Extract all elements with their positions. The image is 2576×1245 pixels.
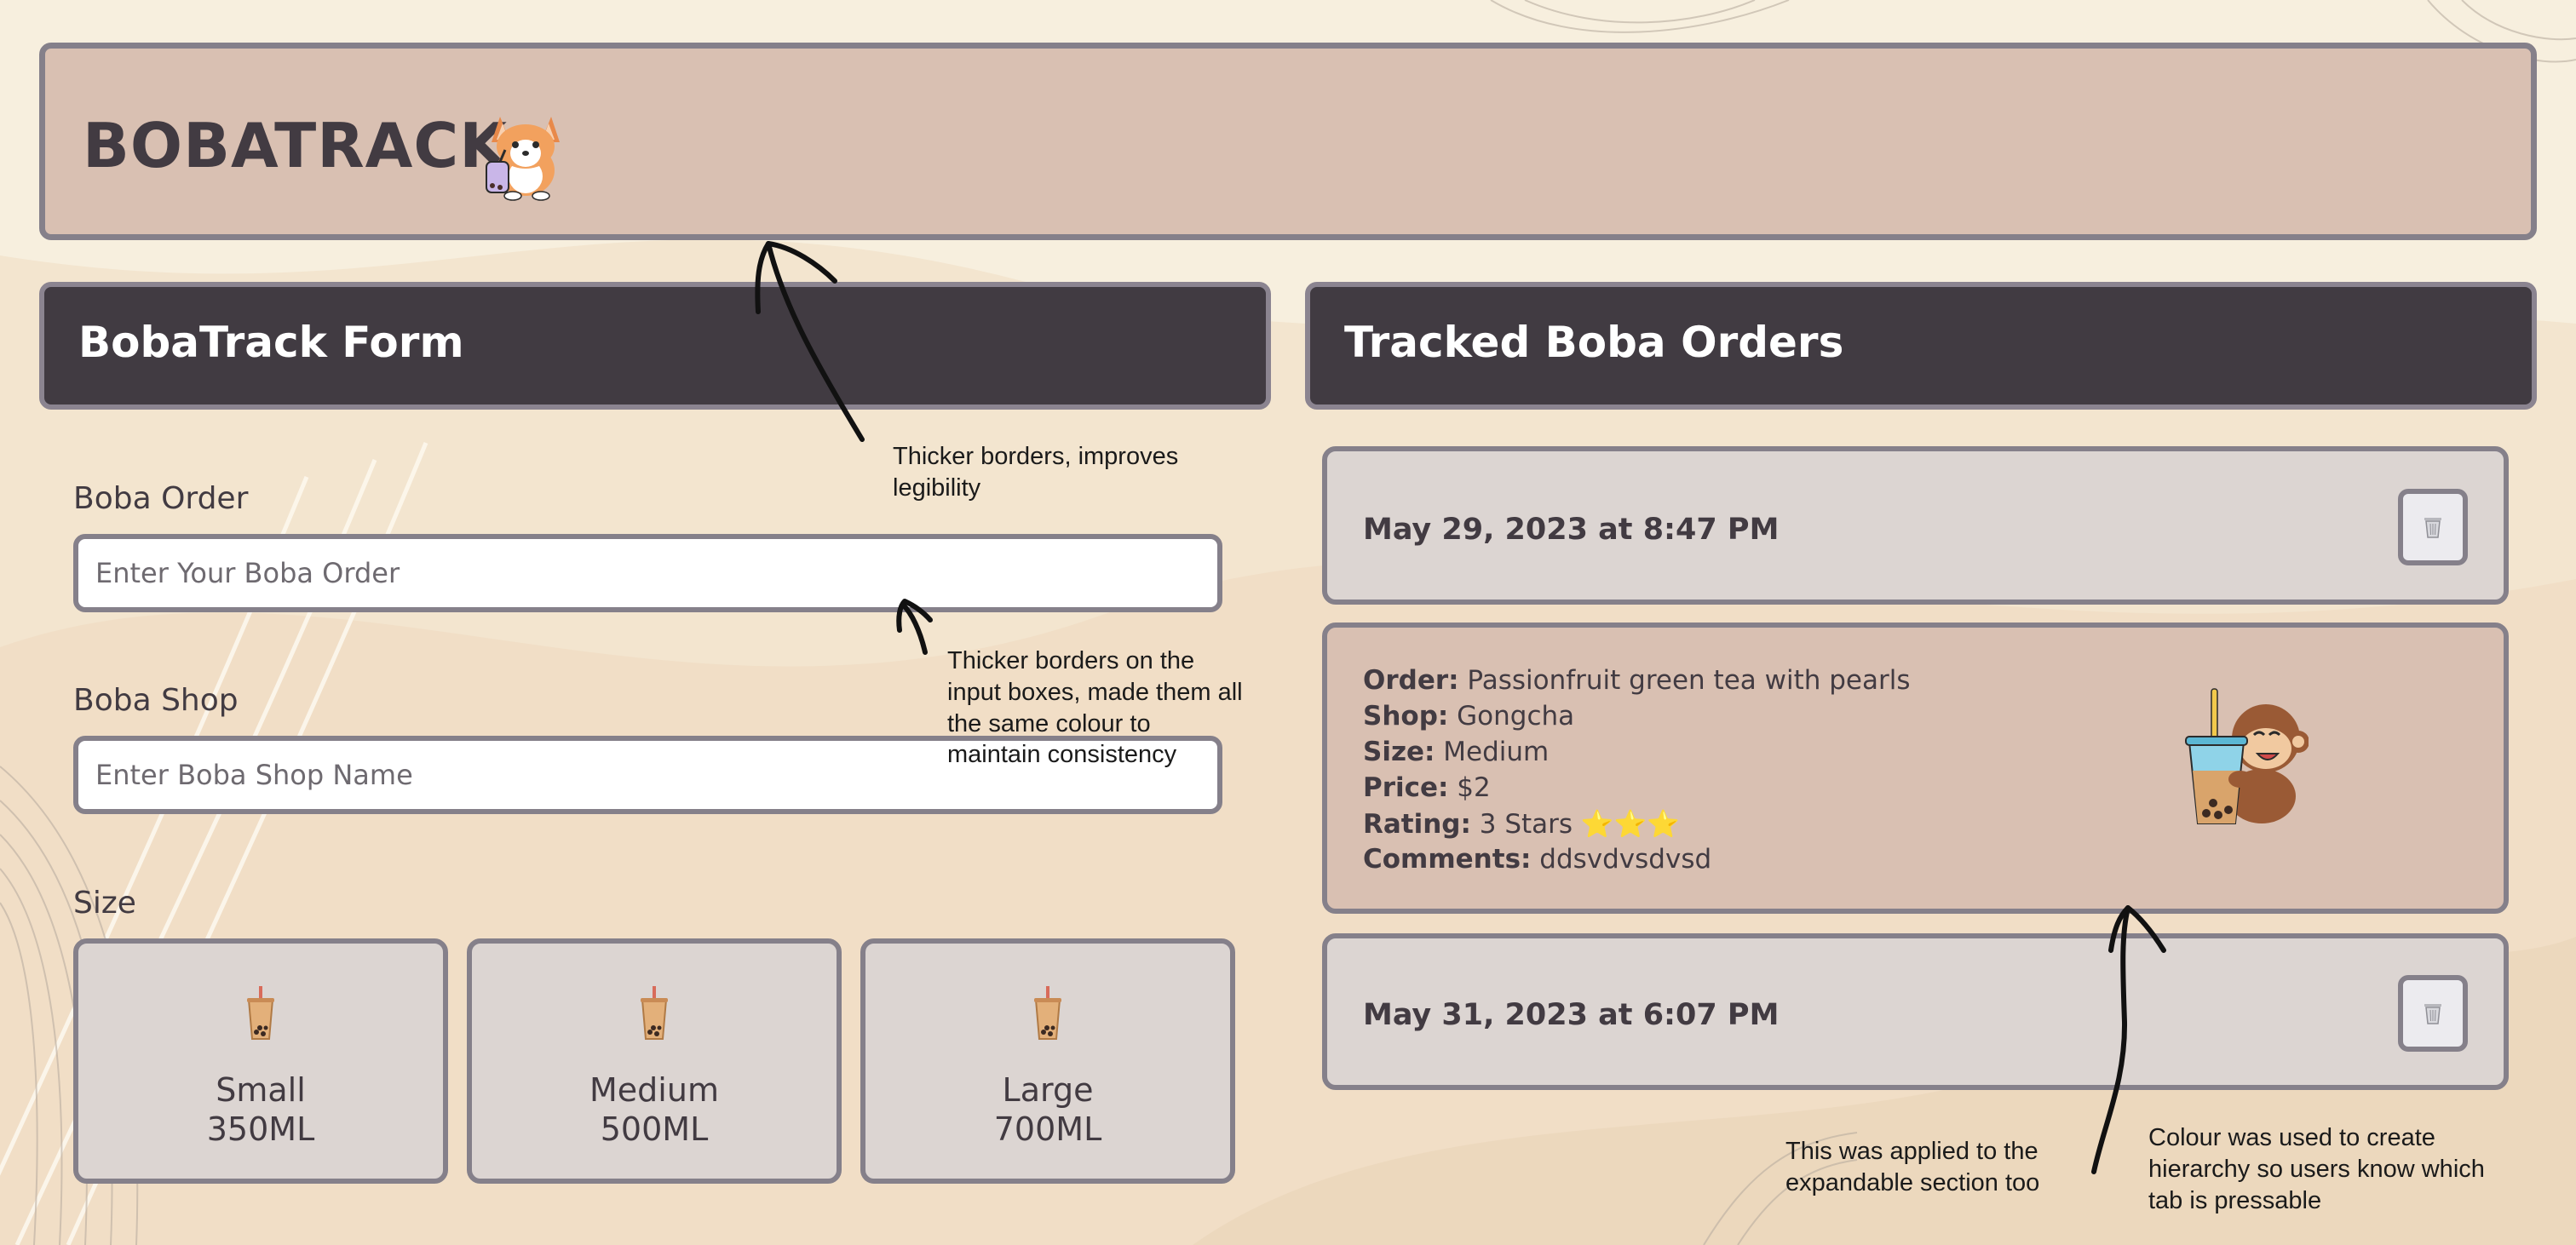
annotation-colour-hierarchy: Colour was used to create hierarchy so u… bbox=[2148, 1124, 2485, 1214]
order-entry-header[interactable]: May 31, 2023 at 6:07 PM bbox=[1322, 933, 2509, 1090]
orders-panel-header: Tracked Boba Orders bbox=[1305, 282, 2537, 410]
size-option-small[interactable]: Small 350ML bbox=[73, 938, 448, 1184]
size-option-medium[interactable]: Medium 500ML bbox=[467, 938, 842, 1184]
detail-shop: Shop: Gongcha bbox=[1363, 701, 1575, 732]
form-title: BobaTrack Form bbox=[78, 318, 464, 367]
order-details-expanded: Order: Passionfruit green tea with pearl… bbox=[1322, 622, 2509, 914]
monkey-with-boba-icon bbox=[2185, 688, 2309, 824]
size-name: Large bbox=[1002, 1071, 1094, 1109]
order-date: May 31, 2023 at 6:07 PM bbox=[1363, 998, 1780, 1032]
size-volume: 700ML bbox=[993, 1110, 1102, 1148]
size-volume: 500ML bbox=[600, 1110, 709, 1148]
bubble-tea-icon bbox=[1034, 986, 1061, 1040]
boba-shop-label: Boba Shop bbox=[73, 683, 239, 718]
form-panel-header: BobaTrack Form bbox=[39, 282, 1271, 410]
detail-rating: Rating: 3 Stars ⭐⭐⭐ bbox=[1363, 809, 1680, 840]
corgi-with-boba-icon bbox=[486, 117, 560, 201]
bubble-tea-icon bbox=[247, 986, 274, 1040]
boba-order-input[interactable] bbox=[73, 534, 1222, 612]
annotation-thicker-borders: Thicker borders, improves legibility bbox=[893, 443, 1179, 502]
detail-price: Price: $2 bbox=[1363, 772, 1491, 803]
size-name: Small bbox=[216, 1071, 306, 1109]
annotation-expandable: This was applied to the expandable secti… bbox=[1785, 1138, 2040, 1196]
trash-icon bbox=[2424, 1004, 2441, 1024]
delete-order-button[interactable] bbox=[2398, 975, 2468, 1052]
detail-order: Order: Passionfruit green tea with pearl… bbox=[1363, 665, 1911, 696]
size-name: Medium bbox=[589, 1071, 719, 1109]
orders-title: Tracked Boba Orders bbox=[1344, 318, 1844, 367]
size-volume: 350ML bbox=[206, 1110, 315, 1148]
trash-icon bbox=[2424, 518, 2441, 538]
order-entry-header[interactable]: May 29, 2023 at 8:47 PM bbox=[1322, 446, 2509, 605]
app-title: BOBATRACK bbox=[83, 110, 509, 181]
size-label: Size bbox=[73, 886, 136, 921]
bubble-tea-icon bbox=[641, 986, 668, 1040]
app-header: BOBATRACK bbox=[39, 43, 2537, 240]
order-date: May 29, 2023 at 8:47 PM bbox=[1363, 513, 1780, 547]
size-option-large[interactable]: Large 700ML bbox=[860, 938, 1235, 1184]
detail-comments: Comments: ddsvdvsdvsd bbox=[1363, 844, 1712, 875]
annotation-input-boxes: Thicker borders on the input boxes, made… bbox=[947, 647, 1243, 769]
boba-order-label: Boba Order bbox=[73, 481, 249, 516]
delete-order-button[interactable] bbox=[2398, 489, 2468, 565]
detail-size: Size: Medium bbox=[1363, 737, 1550, 767]
